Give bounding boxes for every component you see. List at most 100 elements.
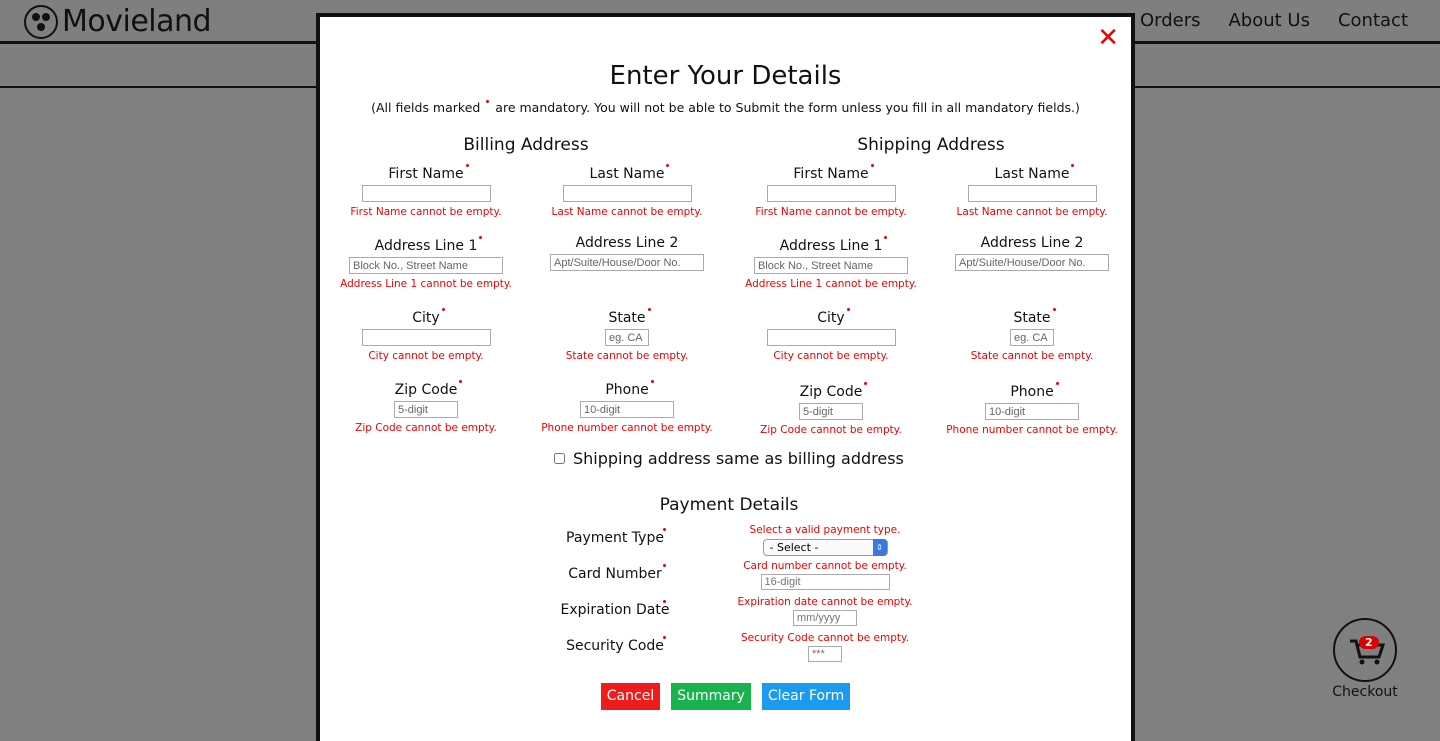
details-modal: ✕ Enter Your Details (All fields marked … (316, 13, 1135, 741)
clear-form-button[interactable]: Clear Form (761, 683, 851, 710)
shipping-address1-input[interactable] (754, 257, 908, 274)
billing-first-name-label: First Name (388, 164, 469, 182)
shipping-first-name-input[interactable] (766, 185, 896, 202)
security-code-control: Security Code cannot be empty. (730, 632, 920, 662)
shipping-zip-input[interactable] (799, 403, 863, 420)
shipping-address-title: Shipping Address (857, 135, 1005, 155)
billing-city-field: City City cannot be empty. (331, 307, 521, 362)
expiration-date-label: Expiration Date (560, 600, 670, 618)
shipping-state-field: State State cannot be empty. (937, 307, 1127, 362)
shipping-phone-error: Phone number cannot be empty. (946, 424, 1118, 436)
billing-phone-error: Phone number cannot be empty. (541, 422, 713, 434)
security-code-input[interactable] (808, 646, 842, 662)
shipping-last-name-field: Last Name Last Name cannot be empty. (937, 163, 1127, 218)
shipping-address1-label: Address Line 1 (780, 236, 888, 254)
expiration-date-input[interactable] (793, 610, 857, 626)
payment-type-control: Select a valid payment type. - Select - … (730, 524, 920, 556)
card-number-input[interactable] (760, 574, 890, 590)
nav-link-contact[interactable]: Contact (1338, 10, 1408, 31)
billing-last-name-error: Last Name cannot be empty. (551, 206, 703, 218)
expiration-date-error: Expiration date cannot be empty. (737, 596, 913, 608)
cart-circle: 2 (1333, 618, 1397, 682)
billing-phone-field: Phone Phone number cannot be empty. (532, 379, 722, 434)
shipping-zip-field: Zip Code Zip Code cannot be empty. (736, 381, 926, 436)
mandatory-note-before: (All fields marked (371, 100, 481, 115)
shipping-city-error: City cannot be empty. (773, 350, 889, 362)
same-address-checkbox[interactable] (554, 453, 565, 464)
security-code-label: Security Code (550, 636, 680, 654)
mandatory-note-after: are mandatory. You will not be able to S… (495, 100, 1080, 115)
billing-address2-input[interactable] (550, 254, 704, 271)
billing-city-input[interactable] (361, 329, 491, 346)
shipping-city-label: City (817, 308, 850, 326)
checkout-button[interactable]: 2 Checkout (1331, 618, 1399, 700)
shipping-zip-error: Zip Code cannot be empty. (760, 424, 902, 436)
mandatory-note: (All fields marked are mandatory. You wi… (320, 100, 1131, 115)
payment-type-error: Select a valid payment type. (749, 524, 901, 536)
billing-address2-label: Address Line 2 (575, 235, 679, 251)
shipping-address2-input[interactable] (955, 254, 1109, 271)
billing-state-label: State (608, 308, 651, 326)
shipping-state-input[interactable] (1010, 329, 1054, 346)
payment-details-title: Payment Details (659, 495, 799, 515)
shipping-city-input[interactable] (766, 329, 896, 346)
shipping-address2-field: Address Line 2 (937, 232, 1127, 271)
brand[interactable]: Movieland (24, 4, 212, 39)
billing-first-name-field: First Name First Name cannot be empty. (331, 163, 521, 218)
billing-address1-input[interactable] (349, 257, 503, 274)
shipping-state-label: State (1013, 308, 1056, 326)
required-marker (486, 100, 490, 103)
billing-city-error: City cannot be empty. (368, 350, 484, 362)
shipping-phone-label: Phone (1010, 382, 1059, 400)
shipping-phone-input[interactable] (985, 403, 1079, 420)
nav-link-orders[interactable]: Orders (1140, 10, 1201, 31)
same-address-label[interactable]: Shipping address same as billing address (573, 449, 904, 468)
billing-last-name-label: Last Name (590, 164, 670, 182)
billing-state-input[interactable] (605, 329, 649, 346)
billing-address1-label: Address Line 1 (375, 236, 483, 254)
expiration-date-control: Expiration date cannot be empty. (730, 596, 920, 626)
nav-link-about-us[interactable]: About Us (1228, 10, 1310, 31)
film-reel-logo-icon (24, 4, 58, 39)
billing-first-name-input[interactable] (361, 185, 491, 202)
billing-phone-label: Phone (605, 380, 654, 398)
same-address-row: Shipping address same as billing address (554, 449, 904, 468)
security-code-error: Security Code cannot be empty. (740, 632, 910, 644)
card-number-error: Card number cannot be empty. (743, 560, 907, 572)
shipping-address1-error: Address Line 1 cannot be empty. (745, 278, 917, 290)
modal-title: Enter Your Details (609, 61, 842, 91)
billing-zip-input[interactable] (394, 401, 458, 418)
shipping-last-name-error: Last Name cannot be empty. (956, 206, 1108, 218)
billing-zip-error: Zip Code cannot be empty. (355, 422, 497, 434)
shipping-address2-label: Address Line 2 (980, 235, 1084, 251)
cart-count-badge: 2 (1359, 636, 1379, 649)
nav-links: ts Orders About Us Contact (1096, 10, 1409, 31)
cancel-button[interactable]: Cancel (600, 683, 661, 710)
billing-state-error: State cannot be empty. (565, 350, 689, 362)
shipping-state-error: State cannot be empty. (970, 350, 1094, 362)
billing-last-name-field: Last Name Last Name cannot be empty. (532, 163, 722, 218)
shipping-first-name-label: First Name (793, 164, 874, 182)
checkout-label: Checkout (1332, 684, 1398, 700)
billing-state-field: State State cannot be empty. (532, 307, 722, 362)
close-icon[interactable]: ✕ (1097, 25, 1119, 51)
shipping-zip-label: Zip Code (800, 382, 868, 400)
billing-zip-label: Zip Code (395, 380, 463, 398)
billing-last-name-input[interactable] (562, 185, 692, 202)
shipping-address1-field: Address Line 1 Address Line 1 cannot be … (736, 235, 926, 290)
shipping-phone-field: Phone Phone number cannot be empty. (937, 381, 1127, 436)
form-buttons: Cancel Summary Clear Form (320, 683, 1131, 710)
billing-zip-field: Zip Code Zip Code cannot be empty. (331, 379, 521, 434)
billing-phone-input[interactable] (580, 401, 674, 418)
card-number-label: Card Number (550, 564, 680, 582)
shipping-city-field: City City cannot be empty. (736, 307, 926, 362)
payment-type-select[interactable]: - Select - ⇕ (762, 539, 888, 556)
billing-address2-field: Address Line 2 (532, 232, 722, 271)
shipping-first-name-error: First Name cannot be empty. (755, 206, 907, 218)
billing-city-label: City (412, 308, 445, 326)
card-number-control: Card number cannot be empty. (730, 560, 920, 590)
billing-first-name-error: First Name cannot be empty. (350, 206, 502, 218)
summary-button[interactable]: Summary (671, 683, 751, 710)
billing-address1-error: Address Line 1 cannot be empty. (340, 278, 512, 290)
shipping-last-name-input[interactable] (967, 185, 1097, 202)
